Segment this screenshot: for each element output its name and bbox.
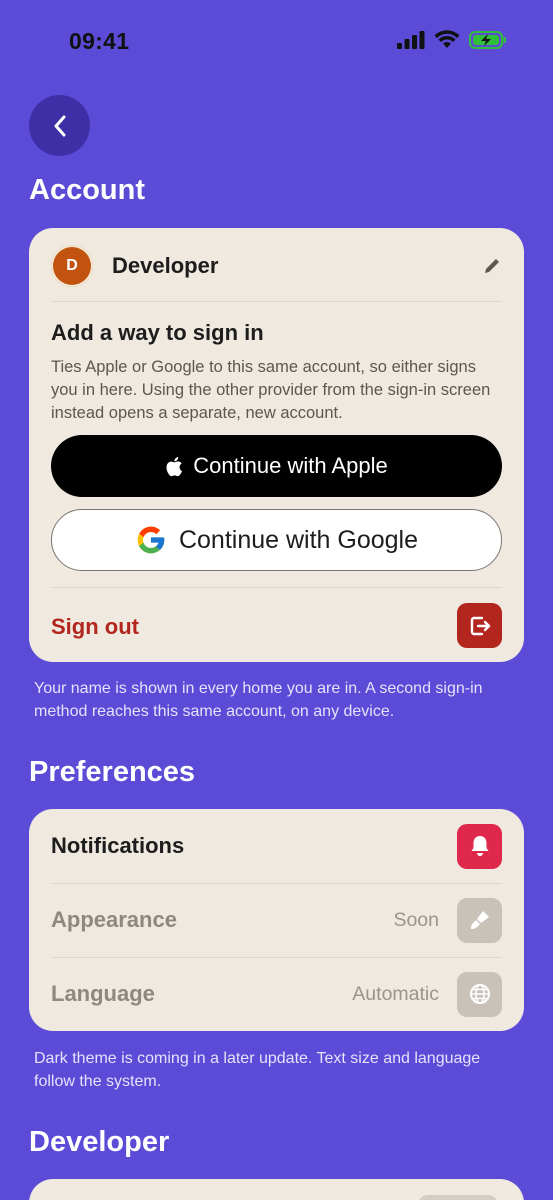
divider: [51, 301, 502, 302]
chevron-left-icon: [54, 115, 65, 136]
appearance-label: Appearance: [51, 907, 177, 932]
account-card: D Developer Add a way to sign in Ties Ap…: [29, 228, 524, 662]
signal-icon: [397, 30, 425, 49]
preferences-card: Notifications Appearance Soon Language A…: [29, 809, 524, 1031]
sign-out-button[interactable]: Sign out: [51, 614, 139, 640]
wifi-icon: [434, 30, 460, 48]
avatar: D: [51, 245, 93, 287]
notifications-row[interactable]: Notifications: [51, 809, 502, 883]
add-signin-description: Ties Apple or Google to this same accoun…: [51, 358, 491, 422]
account-name: Developer: [112, 253, 219, 278]
google-button-label: Continue with Google: [178, 525, 419, 554]
logout-icon: [470, 616, 490, 635]
language-row: Language Automatic: [51, 957, 502, 1031]
appearance-icon-badge: [457, 897, 502, 943]
status-time: 09:41: [69, 28, 130, 54]
developer-section-title: Developer: [29, 1126, 170, 1158]
bell-icon: [471, 836, 488, 856]
sign-out-icon-button[interactable]: [457, 603, 502, 648]
appearance-value: Soon: [393, 908, 439, 931]
divider: [51, 587, 502, 588]
add-signin-title: Add a way to sign in: [51, 320, 264, 345]
google-icon: [137, 526, 165, 554]
developer-card: [29, 1179, 524, 1200]
account-footnote: Your name is shown in every home you are…: [34, 680, 483, 720]
apple-icon: [166, 456, 183, 476]
developer-toggle[interactable]: [418, 1195, 498, 1200]
pencil-icon[interactable]: [482, 256, 502, 276]
status-icons: [397, 30, 507, 49]
preferences-footnote: Dark theme is coming in a later update. …: [34, 1050, 481, 1090]
account-section-title: Account: [29, 174, 145, 206]
notifications-label: Notifications: [51, 833, 185, 858]
language-label: Language: [51, 981, 155, 1006]
paintbrush-icon: [470, 911, 489, 929]
account-row[interactable]: D Developer: [51, 242, 502, 290]
language-icon-badge: [457, 971, 502, 1017]
back-button[interactable]: [29, 95, 90, 156]
apple-button-label: Continue with Apple: [193, 453, 388, 478]
continue-with-apple-button[interactable]: Continue with Apple: [51, 435, 502, 497]
appearance-row: Appearance Soon: [51, 883, 502, 957]
status-bar: 09:41: [0, 0, 553, 84]
battery-charging-icon: [469, 30, 506, 49]
continue-with-google-button[interactable]: Continue with Google: [51, 509, 502, 571]
language-value: Automatic: [352, 982, 439, 1005]
preferences-section-title: Preferences: [29, 756, 196, 788]
notifications-icon-badge: [457, 823, 502, 869]
globe-icon: [469, 984, 490, 1004]
